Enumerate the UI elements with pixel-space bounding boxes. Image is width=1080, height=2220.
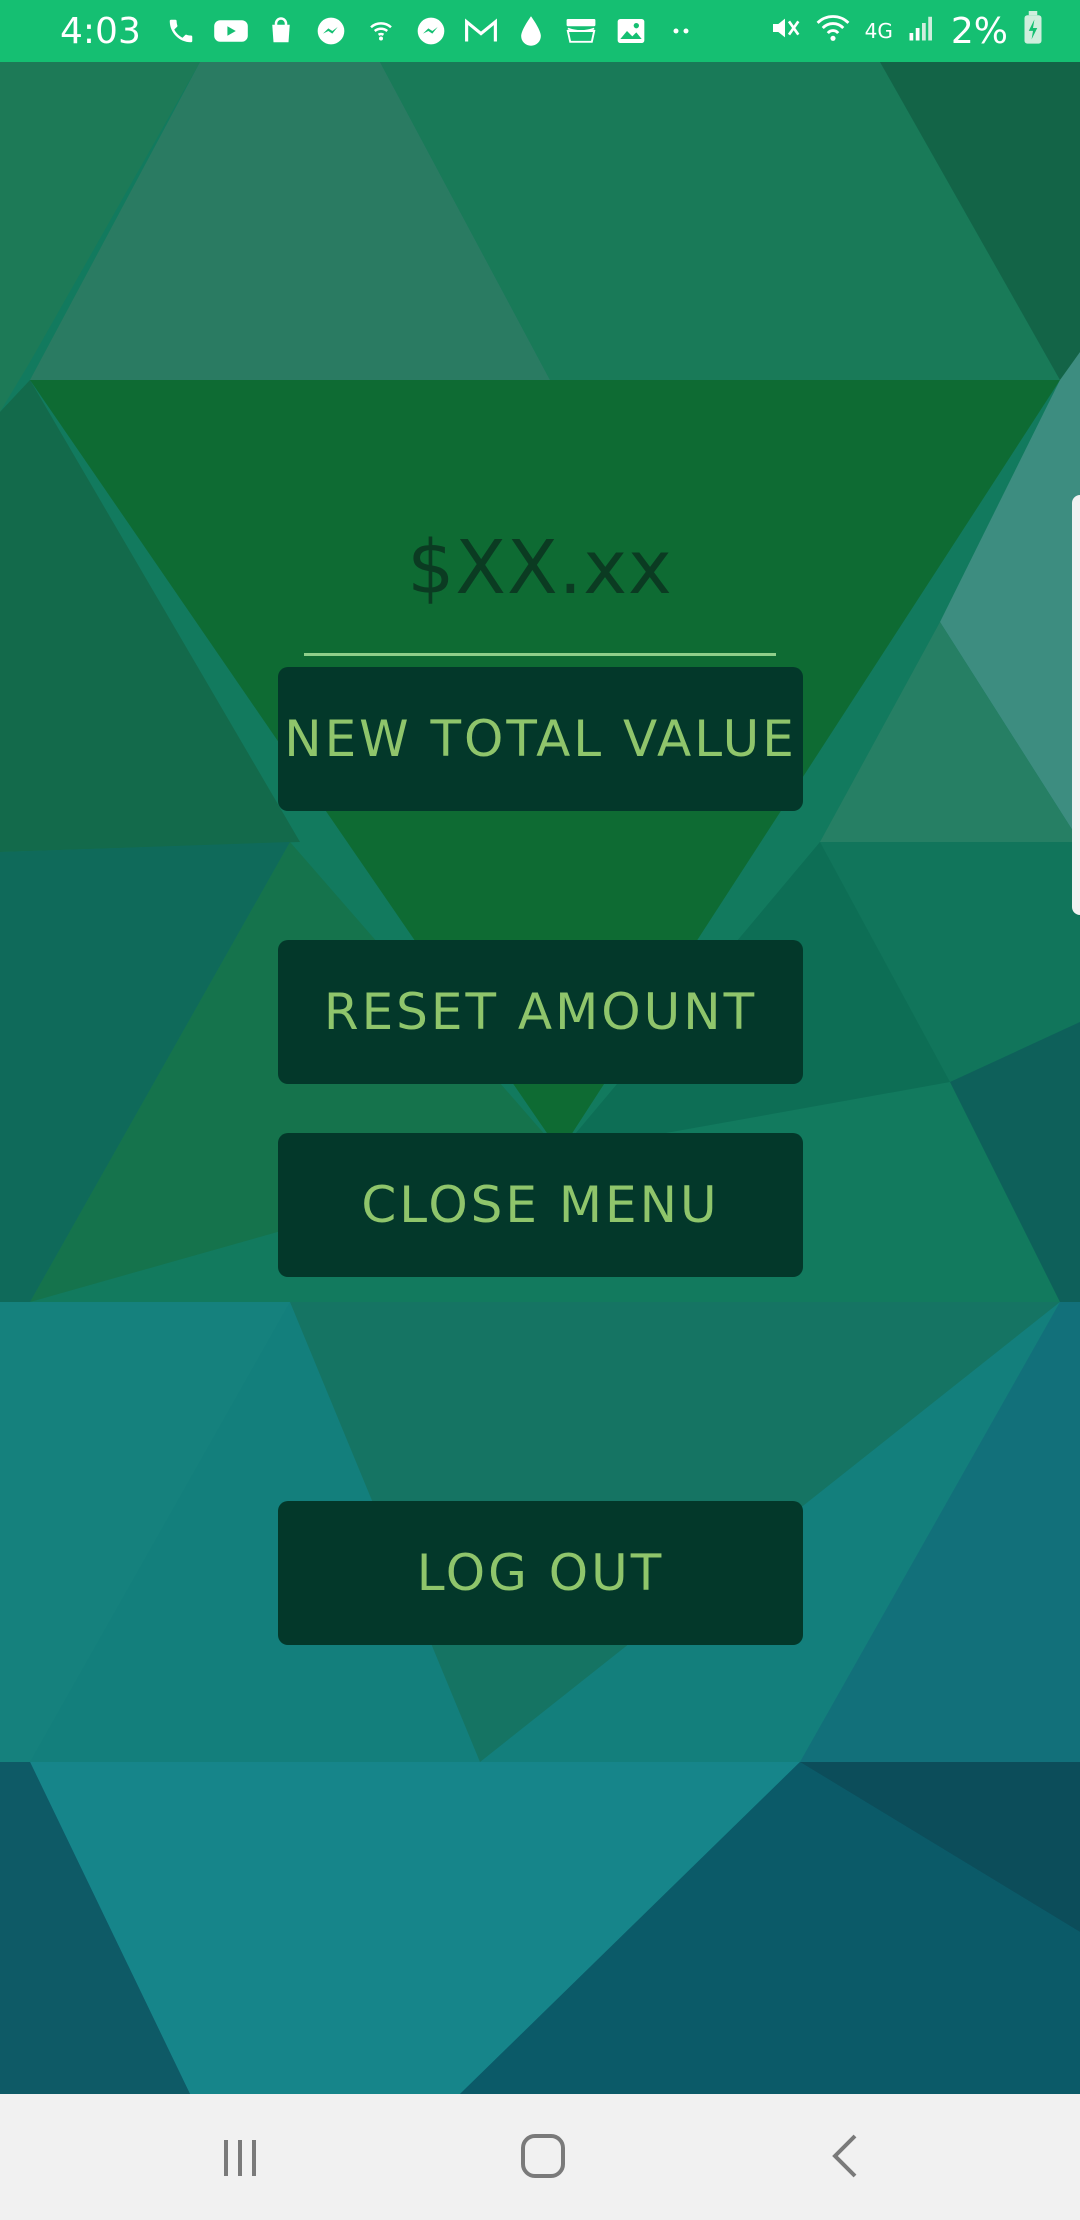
wifi-calling-icon [363, 16, 399, 46]
signal-icon [907, 13, 937, 50]
close-menu-button[interactable]: CLOSE MENU [278, 1133, 803, 1277]
navigation-bar [0, 2094, 1080, 2220]
home-icon[interactable] [513, 2126, 573, 2186]
amount-underline [304, 653, 776, 656]
gallery-icon [613, 16, 649, 46]
new-total-value-button[interactable]: NEW TOTAL VALUE [278, 667, 803, 811]
status-time: 4:03 [60, 10, 141, 52]
network-type: 4G [864, 19, 893, 43]
log-out-button[interactable]: LOG OUT [278, 1501, 803, 1645]
messenger-icon [413, 15, 449, 47]
battery-percent: 2% [950, 10, 1008, 52]
shopping-bag-icon [263, 16, 299, 46]
notification-icons [163, 15, 699, 47]
status-bar: 4:03 4G 2% [0, 0, 1080, 62]
system-icons: 4G 2% [769, 10, 1044, 52]
gmail-icon [463, 17, 499, 45]
more-dots-icon [663, 26, 699, 36]
edge-panel-handle[interactable] [1072, 495, 1080, 915]
phone-icon [163, 16, 199, 46]
wifi-icon [815, 12, 851, 51]
water-drop-icon [513, 15, 549, 47]
youtube-icon [213, 16, 249, 46]
amount-input[interactable]: $XX.xx [306, 525, 774, 635]
back-icon[interactable] [815, 2126, 875, 2186]
battery-icon [1022, 10, 1044, 52]
messenger-icon [313, 15, 349, 47]
reset-amount-button[interactable]: RESET AMOUNT [278, 940, 803, 1084]
mute-icon [769, 13, 801, 50]
amazon-icon [563, 16, 599, 46]
recent-apps-icon[interactable] [210, 2128, 270, 2188]
